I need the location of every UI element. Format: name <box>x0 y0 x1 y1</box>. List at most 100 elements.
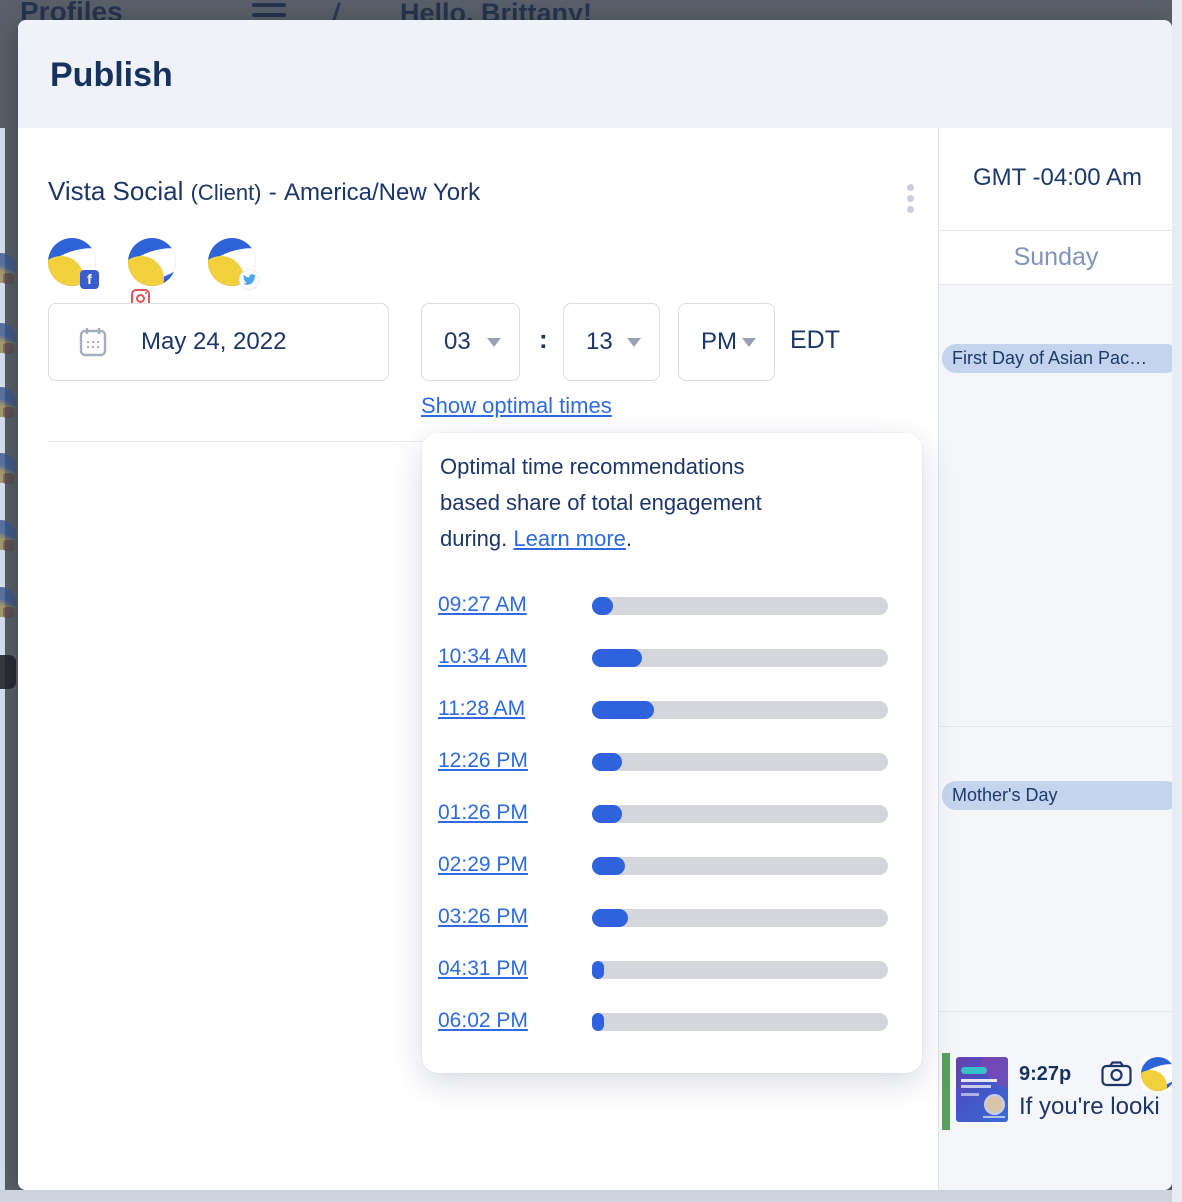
engagement-bar-fill <box>592 701 654 719</box>
background-page-bottom <box>0 1190 1182 1202</box>
composer-section: Vista Social (Client) - America/New York… <box>18 128 938 1190</box>
optimal-time-link[interactable]: 04:31 PM <box>438 957 528 981</box>
optimal-time-row: 01:26 PM <box>422 801 922 827</box>
meridiem-value: PM <box>701 328 737 356</box>
more-options-kebab-icon[interactable] <box>900 184 920 217</box>
background-page-right-edge <box>1172 0 1182 1202</box>
engagement-bar-fill <box>592 1013 604 1031</box>
minute-value: 13 <box>586 328 613 356</box>
twitter-icon <box>240 270 259 289</box>
background-profile-avatar <box>0 387 16 417</box>
background-profile-avatar <box>0 587 16 617</box>
optimal-time-link[interactable]: 06:02 PM <box>438 1009 528 1033</box>
optimal-time-row: 12:26 PM <box>422 749 922 775</box>
background-topbar: Profiles Hello, Brittany! <box>0 0 1182 20</box>
post-text-preview: If you're looki <box>1019 1093 1172 1121</box>
hour-select[interactable]: 03 <box>421 303 520 381</box>
facebook-icon: f <box>80 270 99 289</box>
engagement-bar-track <box>592 701 888 719</box>
optimal-time-link[interactable]: 01:26 PM <box>438 801 528 825</box>
minute-select[interactable]: 13 <box>563 303 660 381</box>
chevron-down-icon <box>627 338 641 347</box>
hamburger-menu-icon <box>252 3 286 20</box>
optimal-time-link[interactable]: 03:26 PM <box>438 905 528 929</box>
calendar-preview-panel: GMT -04:00 Am Sunday First Day of Asian … <box>938 128 1172 1190</box>
day-header-cell: Sunday <box>939 231 1172 285</box>
background-profile-avatar <box>0 453 16 483</box>
engagement-bar-fill <box>592 805 622 823</box>
chevron-down-icon <box>742 338 756 347</box>
profile-chip-instagram[interactable] <box>128 238 176 286</box>
profile-group-timezone: America/New York <box>284 179 480 206</box>
optimal-time-row: 10:34 AM <box>422 645 922 671</box>
timezone-header-cell: GMT -04:00 Am <box>939 128 1172 231</box>
optimal-time-link[interactable]: 12:26 PM <box>438 749 528 773</box>
optimal-time-row: 04:31 PM <box>422 957 922 983</box>
engagement-bar-track <box>592 909 888 927</box>
avatar <box>128 238 176 286</box>
description-period: . <box>626 526 632 551</box>
engagement-bar-fill <box>592 597 613 615</box>
day-header: Sunday <box>939 243 1172 272</box>
optimal-time-link[interactable]: 02:29 PM <box>438 853 528 877</box>
hour-value: 03 <box>444 328 471 356</box>
divider <box>48 441 422 442</box>
engagement-bar-track <box>592 649 888 667</box>
optimal-time-row: 02:29 PM <box>422 853 922 879</box>
holiday-event-pill[interactable]: Mother's Day <box>942 781 1172 810</box>
profile-chip-twitter[interactable] <box>208 238 256 286</box>
optimal-time-link[interactable]: 10:34 AM <box>438 645 527 669</box>
time-colon: : <box>539 324 548 355</box>
calendar-icon <box>79 327 107 357</box>
engagement-bar-track <box>592 597 888 615</box>
optimal-time-row: 09:27 AM <box>422 593 922 619</box>
engagement-bar-track <box>592 753 888 771</box>
optimal-time-link[interactable]: 09:27 AM <box>438 593 527 617</box>
post-time: 9:27p <box>1019 1063 1071 1086</box>
meridiem-select[interactable]: PM <box>678 303 775 381</box>
engagement-bar-fill <box>592 909 628 927</box>
background-slash-divider <box>330 2 341 20</box>
popover-description: Optimal time recommendations based share… <box>440 449 902 557</box>
engagement-bar-fill <box>592 857 625 875</box>
background-profile-avatar <box>0 655 16 689</box>
date-picker-field[interactable]: May 24, 2022 <box>48 303 389 381</box>
scheduled-post-card[interactable]: 9:27p If you're looki <box>939 1053 1172 1133</box>
optimal-time-row: 06:02 PM <box>422 1009 922 1035</box>
camera-icon <box>1101 1061 1132 1087</box>
engagement-bar-fill <box>592 961 604 979</box>
calendar-cell-divider <box>939 726 1172 727</box>
timezone-abbreviation: EDT <box>790 326 840 355</box>
show-optimal-times-link[interactable]: Show optimal times <box>421 393 612 419</box>
background-profile-avatar <box>0 253 16 283</box>
profile-chip-facebook[interactable]: f <box>48 238 96 286</box>
description-line: Optimal time recommendations <box>440 449 902 485</box>
timezone-header: GMT -04:00 Am <box>973 164 1142 192</box>
background-page-title: Profiles <box>20 0 123 20</box>
engagement-bar-track <box>592 805 888 823</box>
background-profile-avatar <box>0 520 16 550</box>
engagement-bar-track <box>592 961 888 979</box>
engagement-bar-fill <box>592 753 622 771</box>
background-greeting: Hello, Brittany! <box>400 0 592 20</box>
holiday-event-pill[interactable]: First Day of Asian Pac… <box>942 344 1172 373</box>
chevron-down-icon <box>487 338 501 347</box>
optimal-times-popover: Optimal time recommendations based share… <box>422 433 922 1073</box>
modal-title: Publish <box>50 56 173 95</box>
post-profile-avatar <box>1141 1057 1172 1091</box>
optimal-time-link[interactable]: 11:28 AM <box>438 697 525 721</box>
description-line: during. <box>440 526 507 551</box>
publish-modal: Publish Vista Social (Client) - America/… <box>18 20 1172 1190</box>
profile-group-title: Vista Social (Client) - America/New York <box>48 176 480 207</box>
profile-group-qualifier: (Client) <box>191 180 262 205</box>
engagement-bar-track <box>592 1013 888 1031</box>
learn-more-link[interactable]: Learn more <box>513 526 626 551</box>
engagement-bar-fill <box>592 649 642 667</box>
post-status-bar <box>942 1053 950 1130</box>
description-line: based share of total engagement <box>440 485 902 521</box>
engagement-bar-track <box>592 857 888 875</box>
date-value: May 24, 2022 <box>141 328 286 356</box>
profile-group-name: Vista Social <box>48 176 183 206</box>
publish-modal-header: Publish <box>18 20 1172 128</box>
background-profile-avatar <box>0 323 16 353</box>
